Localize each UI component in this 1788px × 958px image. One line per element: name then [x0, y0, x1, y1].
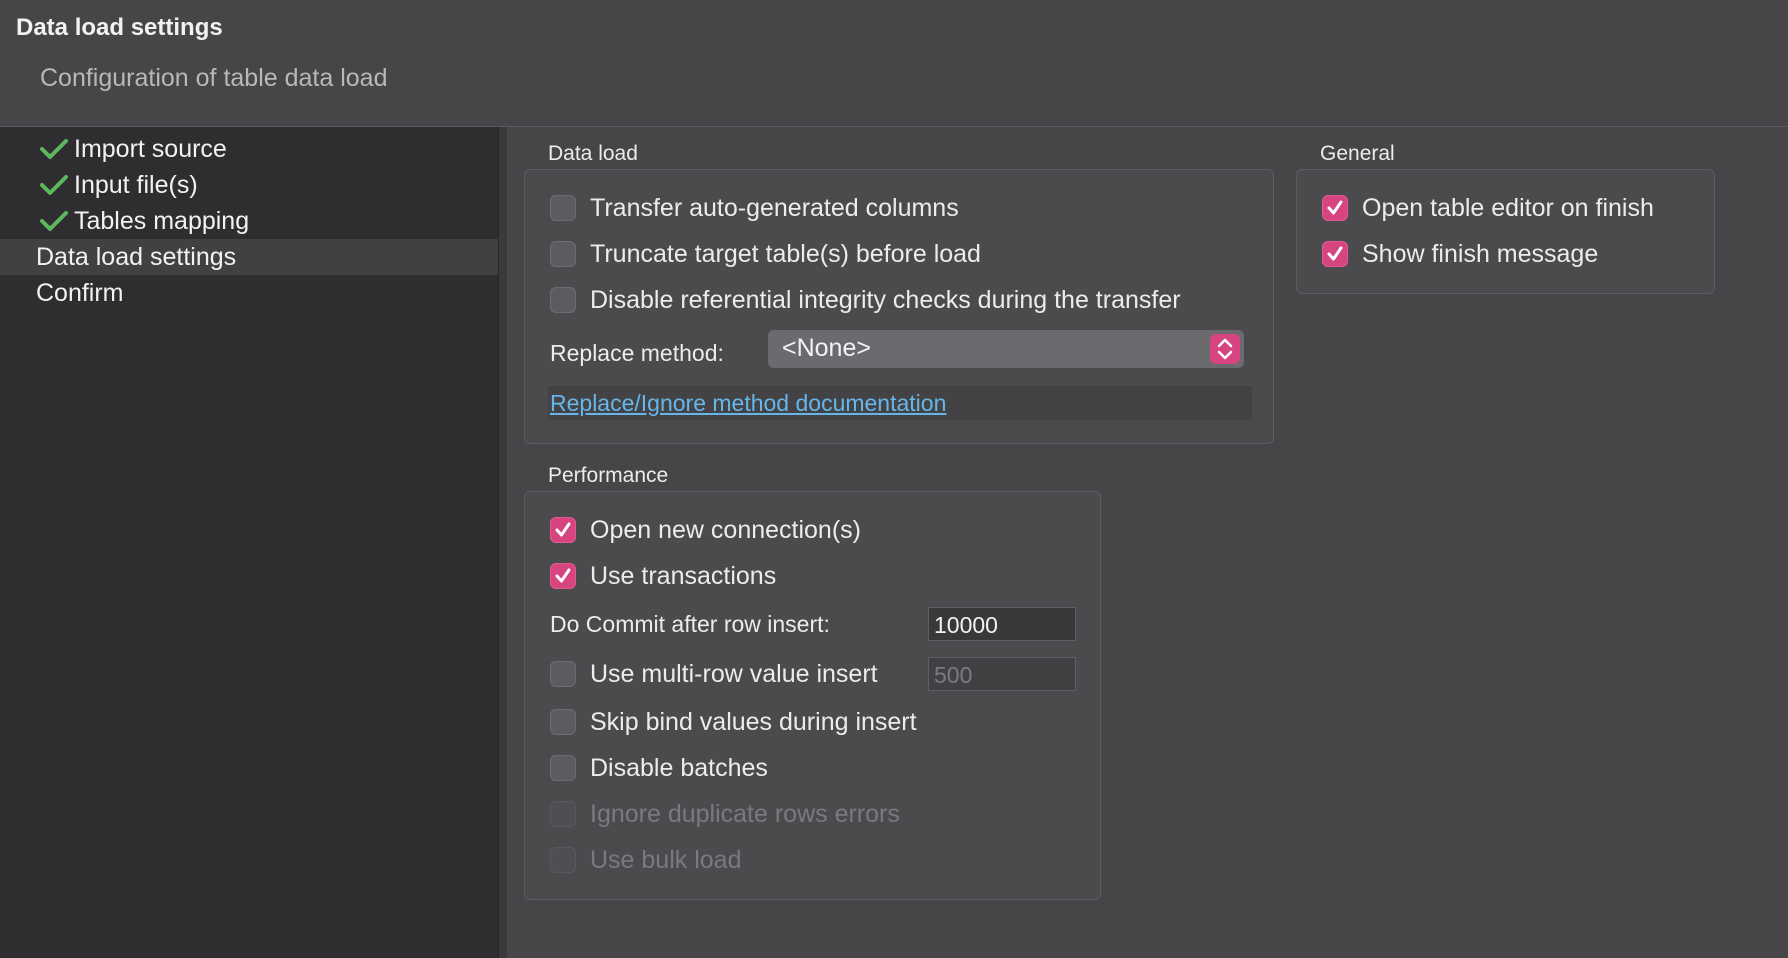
replace-method-value: <None>: [782, 334, 871, 362]
checkbox-label: Open new connection(s): [590, 515, 861, 544]
disable-batches-checkbox[interactable]: Disable batches: [550, 751, 768, 785]
checkbox-label: Open table editor on finish: [1362, 193, 1654, 222]
disable-referential-integrity-checkbox[interactable]: Disable referential integrity checks dur…: [550, 283, 1181, 317]
checkbox-box[interactable]: [550, 563, 576, 589]
page-title: Data load settings: [16, 14, 223, 41]
sidebar-item-data-load-settings[interactable]: Data load settings: [0, 239, 498, 275]
sidebar-item-label: Confirm: [36, 279, 124, 307]
checkbox-label: Show finish message: [1362, 239, 1599, 268]
checkbox-box[interactable]: [550, 709, 576, 735]
checkbox-box: [550, 847, 576, 873]
sidebar-item-label: Tables mapping: [74, 207, 250, 235]
checkbox-box: [550, 801, 576, 827]
open-table-editor-checkbox[interactable]: Open table editor on finish: [1322, 191, 1654, 225]
performance-group-title: Performance: [548, 464, 669, 487]
sidebar-item-import-source[interactable]: Import source: [0, 131, 498, 167]
page-subtitle: Configuration of table data load: [40, 64, 388, 92]
documentation-link-bar: Replace/Ignore method documentation: [548, 386, 1252, 420]
commit-row-count-input[interactable]: 10000: [928, 607, 1076, 641]
show-finish-message-checkbox[interactable]: Show finish message: [1322, 237, 1598, 271]
sidebar-splitter[interactable]: [498, 127, 507, 958]
checkbox-box[interactable]: [550, 661, 576, 687]
checkbox-label: Use bulk load: [590, 845, 742, 874]
performance-group: [524, 491, 1101, 900]
checkmark-icon: [1327, 246, 1343, 261]
multi-row-insert-checkbox[interactable]: Use multi-row value insert: [550, 657, 878, 691]
wizard-steps: Import source Input file(s) Tables mappi…: [0, 127, 498, 958]
checkbox-box[interactable]: [550, 287, 576, 313]
checkmark-icon: [555, 568, 571, 583]
open-new-connections-checkbox[interactable]: Open new connection(s): [550, 513, 861, 547]
sidebar-item-input-files[interactable]: Input file(s): [0, 167, 498, 203]
sidebar-item-label: Import source: [74, 135, 227, 163]
checkmark-icon: [1327, 200, 1343, 215]
checkbox-label: Ignore duplicate rows errors: [590, 799, 900, 828]
checkmark-icon: [40, 175, 68, 195]
chevron-updown-icon: [1210, 334, 1240, 364]
checkbox-box[interactable]: [550, 755, 576, 781]
checkbox-label: Use multi-row value insert: [590, 659, 878, 688]
checkmark-icon: [555, 522, 571, 537]
replace-ignore-doc-link[interactable]: Replace/Ignore method documentation: [550, 390, 946, 417]
transfer-auto-generated-checkbox[interactable]: Transfer auto-generated columns: [550, 191, 959, 225]
checkbox-label: Skip bind values during insert: [590, 707, 917, 736]
checkbox-label: Transfer auto-generated columns: [590, 193, 959, 222]
use-transactions-checkbox[interactable]: Use transactions: [550, 559, 776, 593]
checkbox-label: Use transactions: [590, 561, 777, 590]
data-load-group-title: Data load: [548, 142, 638, 165]
commit-label: Do Commit after row insert:: [550, 611, 830, 637]
checkbox-label: Truncate target table(s) before load: [590, 239, 981, 268]
skip-bind-values-checkbox[interactable]: Skip bind values during insert: [550, 705, 917, 739]
checkbox-box[interactable]: [550, 195, 576, 221]
sidebar-item-confirm[interactable]: Confirm: [0, 275, 498, 311]
general-group-title: General: [1320, 142, 1395, 165]
checkbox-label: Disable batches: [590, 753, 768, 782]
use-bulk-load-checkbox: Use bulk load: [550, 843, 741, 877]
wizard-header: Data load settings Configuration of tabl…: [0, 0, 1788, 127]
checkmark-icon: [40, 211, 68, 231]
sidebar-item-label: Input file(s): [74, 171, 198, 199]
checkbox-box[interactable]: [1322, 241, 1348, 267]
replace-method-select[interactable]: <None>: [768, 330, 1244, 368]
multi-row-count-input[interactable]: 500: [928, 657, 1076, 691]
checkbox-box[interactable]: [550, 517, 576, 543]
general-group: [1296, 169, 1715, 294]
checkmark-icon: [40, 139, 68, 159]
checkbox-box[interactable]: [550, 241, 576, 267]
checkbox-label: Disable referential integrity checks dur…: [590, 285, 1181, 314]
sidebar-item-tables-mapping[interactable]: Tables mapping: [0, 203, 498, 239]
truncate-target-checkbox[interactable]: Truncate target table(s) before load: [550, 237, 981, 271]
checkbox-box[interactable]: [1322, 195, 1348, 221]
replace-method-label: Replace method:: [550, 340, 724, 366]
sidebar-item-label: Data load settings: [36, 243, 237, 271]
ignore-duplicate-rows-checkbox: Ignore duplicate rows errors: [550, 797, 900, 831]
